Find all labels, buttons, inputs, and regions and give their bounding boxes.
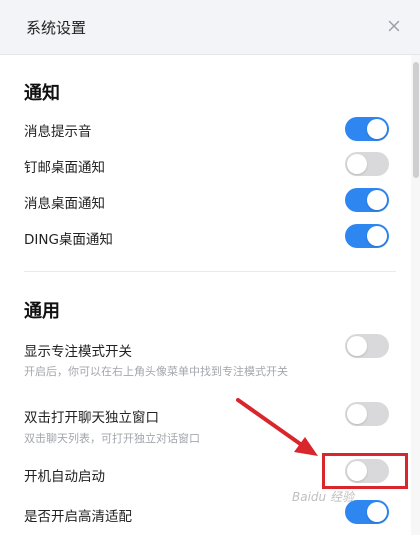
annotation-arrow (236, 398, 318, 456)
title-bar: 系统设置 (0, 0, 420, 55)
toggle-knob (367, 502, 387, 522)
setting-label-message-sound: 消息提示音 (24, 124, 92, 140)
toggle-hd-adaptation[interactable] (345, 500, 389, 524)
setting-label-ding-desktop-notice: DING桌面通知 (24, 232, 113, 248)
toggle-knob (367, 190, 387, 210)
setting-label-double-click-window: 双击打开聊天独立窗口 (24, 410, 159, 426)
close-icon (388, 20, 400, 32)
toggle-knob (347, 154, 367, 174)
toggle-knob (347, 336, 367, 356)
dialog-title: 系统设置 (26, 19, 87, 37)
toggle-focus-mode[interactable] (345, 334, 389, 358)
section-divider (24, 271, 396, 272)
section-title-notifications: 通知 (24, 83, 60, 104)
system-settings-dialog: 系统设置 通知 消息提示音 钉邮桌面通知 消息桌面通知 DING桌面通知 通用 … (0, 0, 420, 535)
toggle-message-sound[interactable] (345, 117, 389, 141)
toggle-ding-desktop-notice[interactable] (345, 224, 389, 248)
toggle-knob (347, 461, 367, 481)
toggle-knob (367, 226, 387, 246)
toggle-knob (367, 119, 387, 139)
setting-label-auto-start: 开机自动启动 (24, 469, 105, 485)
toggle-double-click-window[interactable] (345, 402, 389, 426)
section-title-general: 通用 (24, 301, 60, 322)
setting-label-message-desktop-notice: 消息桌面通知 (24, 196, 105, 212)
toggle-message-desktop-notice[interactable] (345, 188, 389, 212)
setting-desc-focus-mode: 开启后，你可以在右上角头像菜单中找到专注模式开关 (24, 365, 288, 378)
scrollbar-thumb[interactable] (413, 62, 419, 178)
setting-label-focus-mode: 显示专注模式开关 (24, 344, 132, 360)
toggle-auto-start[interactable] (345, 459, 389, 483)
setting-label-hd-adaptation: 是否开启高清适配 (24, 509, 132, 525)
watermark: Baidu 经验 (292, 490, 354, 504)
close-button[interactable] (384, 16, 404, 36)
setting-label-mail-desktop-notice: 钉邮桌面通知 (24, 160, 105, 176)
setting-desc-double-click-window: 双击聊天列表，可打开独立对话窗口 (24, 432, 200, 445)
toggle-knob (347, 404, 367, 424)
toggle-mail-desktop-notice[interactable] (345, 152, 389, 176)
